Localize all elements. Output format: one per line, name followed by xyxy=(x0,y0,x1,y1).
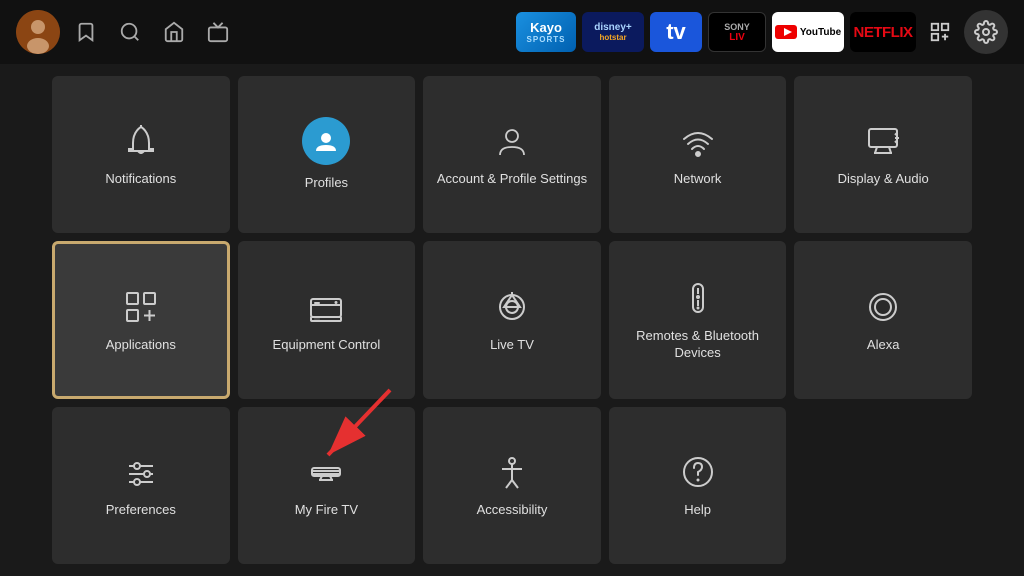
alexa-icon xyxy=(863,287,903,327)
search-icon[interactable] xyxy=(112,14,148,50)
tv-icon[interactable] xyxy=(200,14,236,50)
notifications-tile[interactable]: Notifications xyxy=(52,76,230,233)
settings-grid: Notifications Profiles Account & Profile… xyxy=(0,64,1024,576)
profiles-tile[interactable]: Profiles xyxy=(238,76,416,233)
alexa-tile[interactable]: Alexa xyxy=(794,241,972,398)
live-tv-icon xyxy=(492,287,532,327)
live-tv-tile[interactable]: Live TV xyxy=(423,241,601,398)
app-shortcuts: Kayo SPORTS disney+ hotstar tv SONY LIV … xyxy=(516,10,1008,54)
accessibility-label: Accessibility xyxy=(477,502,548,519)
home-icon[interactable] xyxy=(156,14,192,50)
display-audio-icon xyxy=(863,121,903,161)
remotes-bluetooth-icon xyxy=(678,278,718,318)
sony-liv-app[interactable]: SONY LIV xyxy=(708,12,766,52)
help-tile[interactable]: Help xyxy=(609,407,787,564)
top-navigation: Kayo SPORTS disney+ hotstar tv SONY LIV … xyxy=(0,0,1024,64)
applications-tile[interactable]: Applications xyxy=(52,241,230,398)
network-tile[interactable]: Network xyxy=(609,76,787,233)
disney-hotstar-app[interactable]: disney+ hotstar xyxy=(582,12,644,52)
display-audio-label: Display & Audio xyxy=(838,171,929,188)
youtube-app[interactable]: YouTube xyxy=(772,12,844,52)
preferences-label: Preferences xyxy=(106,502,176,519)
profiles-label: Profiles xyxy=(305,175,348,192)
preferences-tile[interactable]: Preferences xyxy=(52,407,230,564)
remotes-bluetooth-label: Remotes & Bluetooth Devices xyxy=(617,328,779,362)
apps-grid-icon[interactable] xyxy=(922,14,958,50)
remotes-bluetooth-tile[interactable]: Remotes & Bluetooth Devices xyxy=(609,241,787,398)
netflix-app[interactable]: NETFLIX xyxy=(850,12,916,52)
applications-label: Applications xyxy=(106,337,176,354)
network-icon xyxy=(678,121,718,161)
tv-app[interactable]: tv xyxy=(650,12,702,52)
live-tv-label: Live TV xyxy=(490,337,534,354)
network-label: Network xyxy=(674,171,722,188)
help-label: Help xyxy=(684,502,711,519)
bookmarks-icon[interactable] xyxy=(68,14,104,50)
accessibility-tile[interactable]: Accessibility xyxy=(423,407,601,564)
alexa-label: Alexa xyxy=(867,337,900,354)
accessibility-icon xyxy=(492,452,532,492)
kayo-app[interactable]: Kayo SPORTS xyxy=(516,12,576,52)
equipment-control-tile[interactable]: Equipment Control xyxy=(238,241,416,398)
user-avatar[interactable] xyxy=(16,10,60,54)
account-profile-settings-tile[interactable]: Account & Profile Settings xyxy=(423,76,601,233)
applications-icon xyxy=(121,287,161,327)
help-icon xyxy=(678,452,718,492)
my-fire-tv-label: My Fire TV xyxy=(295,502,358,519)
profiles-icon xyxy=(302,117,350,165)
notifications-label: Notifications xyxy=(105,171,176,188)
preferences-icon xyxy=(121,452,161,492)
equipment-control-icon xyxy=(306,287,346,327)
my-fire-tv-icon xyxy=(306,452,346,492)
display-audio-tile[interactable]: Display & Audio xyxy=(794,76,972,233)
account-profile-icon xyxy=(492,121,532,161)
settings-icon[interactable] xyxy=(964,10,1008,54)
notifications-icon xyxy=(121,121,161,161)
my-fire-tv-tile[interactable]: My Fire TV xyxy=(238,407,416,564)
equipment-control-label: Equipment Control xyxy=(273,337,381,354)
account-profile-label: Account & Profile Settings xyxy=(437,171,587,188)
